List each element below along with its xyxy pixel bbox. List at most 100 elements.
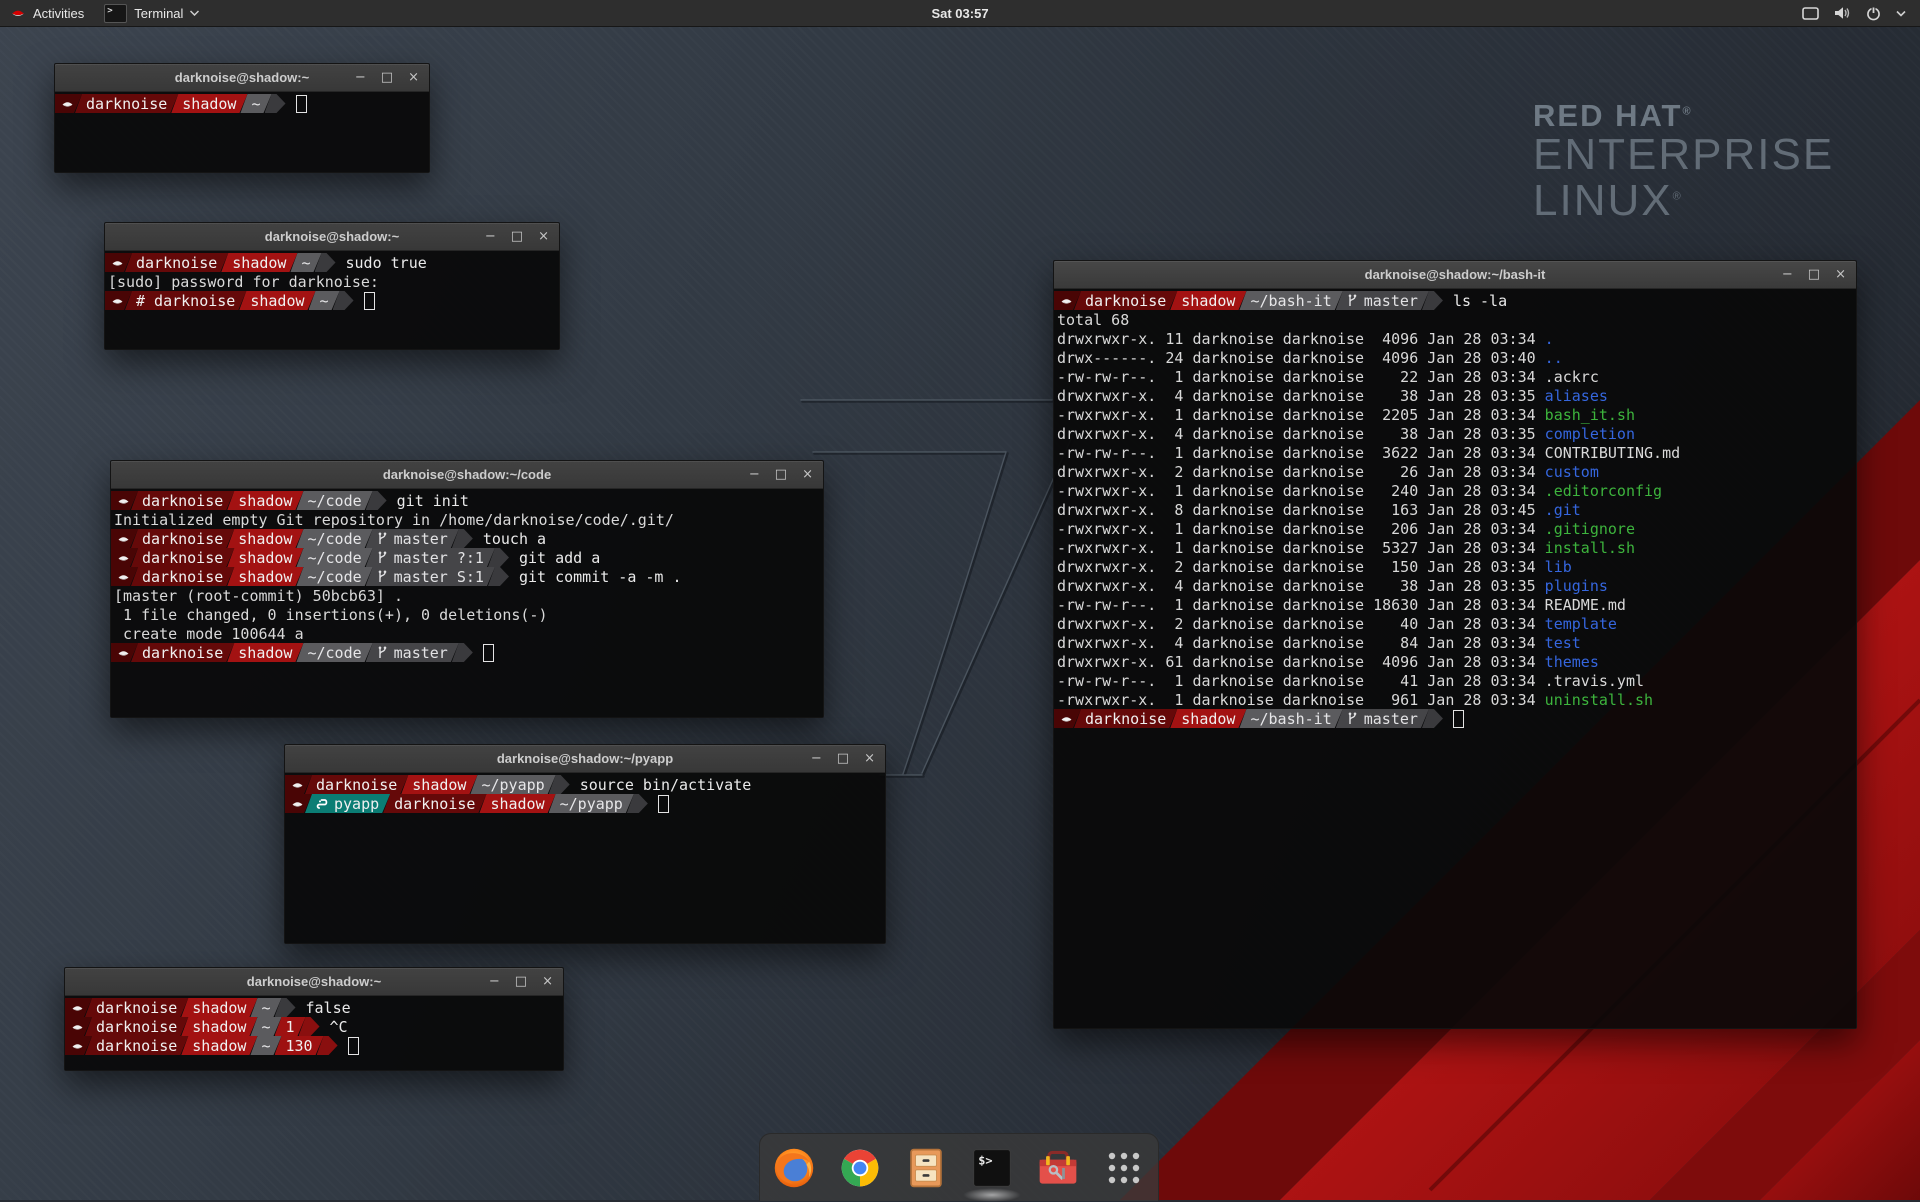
prompt-segment-host: shadow <box>1170 291 1246 310</box>
prompt-segment-git: master <box>366 529 459 548</box>
minimize-button[interactable]: − <box>489 975 500 988</box>
window-titlebar[interactable]: darknoise@shadow:~/code−□× <box>111 461 823 489</box>
toolbox-icon[interactable] <box>1035 1145 1081 1191</box>
terminal-output-line: -rwxrwxr-x. 1 darknoise darknoise 240 Ja… <box>1054 481 1856 500</box>
minimize-button[interactable]: − <box>355 71 366 84</box>
close-button[interactable]: × <box>864 752 875 765</box>
window-titlebar[interactable]: darknoise@shadow:~/bash-it− □ × <box>1054 261 1856 289</box>
minimize-button[interactable]: − <box>485 230 496 243</box>
activities-button[interactable]: Activities <box>0 0 94 26</box>
terminal-prompt-line: darknoiseshadow~1^C <box>65 1017 563 1036</box>
terminal-output-line: -rwxrwxr-x. 1 darknoise darknoise 2205 J… <box>1054 405 1856 424</box>
terminal-prompt-line: darknoiseshadow~130 <box>65 1036 563 1055</box>
terminal-content[interactable]: darknoiseshadow~/codegit initInitialized… <box>111 489 823 717</box>
terminal-output-line: drwxrwxr-x. 2 darknoise darknoise 40 Jan… <box>1054 614 1856 633</box>
prompt-segment-user: darknoise <box>131 548 234 567</box>
window-titlebar[interactable]: darknoise@shadow:~−□× <box>55 64 429 92</box>
app-menu-terminal[interactable]: > Terminal <box>94 0 209 26</box>
terminal-prompt-line: pyappdarknoiseshadow~/pyapp <box>285 794 885 813</box>
terminal-output-line: drwxrwxr-x. 4 darknoise darknoise 38 Jan… <box>1054 424 1856 443</box>
clock[interactable]: Sat 03:57 <box>931 6 988 21</box>
terminal-prompt-line: # darknoiseshadow~ <box>105 291 559 310</box>
prompt-segment-host: shadow <box>227 548 303 567</box>
system-status-area[interactable] <box>1794 0 1914 26</box>
minimize-button[interactable]: − <box>1782 268 1793 281</box>
terminal-content[interactable]: darknoiseshadow~/pyappsource bin/activat… <box>285 773 885 943</box>
maximize-button[interactable]: □ <box>511 230 523 243</box>
window-buttons: − □ × <box>485 223 549 250</box>
maximize-button[interactable]: □ <box>1808 268 1820 281</box>
terminal-output-line: -rwxrwxr-x. 1 darknoise darknoise 5327 J… <box>1054 538 1856 557</box>
window-buttons: − □ × <box>749 461 813 488</box>
terminal-content[interactable]: darknoiseshadow~sudo true[sudo] password… <box>105 251 559 349</box>
prompt-segment-err: 130 <box>275 1036 324 1055</box>
window-titlebar[interactable]: darknoise@shadow:~−□× <box>65 968 563 996</box>
window-titlebar[interactable]: darknoise@shadow:~/pyapp−□× <box>285 745 885 773</box>
prompt-segment-path: ~/bash-it <box>1239 291 1342 310</box>
output-text: template <box>1545 615 1617 633</box>
terminal-output-line: drwxrwxr-x. 4 darknoise darknoise 38 Jan… <box>1054 576 1856 595</box>
app-grid-icon[interactable] <box>1101 1145 1147 1191</box>
output-text: -rwxrwxr-x. 1 darknoise darknoise 206 Ja… <box>1057 520 1545 538</box>
prompt-segment-user: # darknoise <box>125 291 246 310</box>
output-text: .ackrc <box>1545 368 1599 386</box>
terminal-output-line: drwxrwxr-x. 8 darknoise darknoise 163 Ja… <box>1054 500 1856 519</box>
terminal-cursor <box>364 292 375 310</box>
output-text: drwxrwxr-x. 61 darknoise darknoise 4096 … <box>1057 653 1545 671</box>
close-button[interactable]: × <box>408 71 419 84</box>
prompt-segment-user: darknoise <box>131 529 234 548</box>
terminal-prompt-line: darknoiseshadow~ <box>55 94 429 113</box>
prompt-segment-user: darknoise <box>305 775 408 794</box>
chrome-icon[interactable] <box>837 1145 883 1191</box>
output-text: themes <box>1545 653 1599 671</box>
output-text: -rwxrwxr-x. 1 darknoise darknoise 2205 J… <box>1057 406 1545 424</box>
prompt-segment-path: ~/code <box>296 567 372 586</box>
output-text: drwx------. 24 darknoise darknoise 4096 … <box>1057 349 1545 367</box>
command-text: ^C <box>320 1017 348 1036</box>
active-app-glow <box>963 1188 1021 1202</box>
terminal-output-line: -rw-rw-r--. 1 darknoise darknoise 22 Jan… <box>1054 367 1856 386</box>
prompt-segment-user: darknoise <box>125 253 228 272</box>
terminal-prompt-line: darknoiseshadow~/codemaster S:1git commi… <box>111 567 823 586</box>
terminal-icon[interactable]: $> <box>969 1145 1015 1191</box>
terminal-output-line: -rw-rw-r--. 1 darknoise darknoise 3622 J… <box>1054 443 1856 462</box>
command-text: git add a <box>509 548 600 567</box>
command-text: touch a <box>473 529 546 548</box>
maximize-button[interactable]: □ <box>837 752 849 765</box>
terminal-output-line: -rw-rw-r--. 1 darknoise darknoise 18630 … <box>1054 595 1856 614</box>
chevron-down-icon <box>190 10 199 16</box>
terminal-content[interactable]: darknoiseshadow~falsedarknoiseshadow~1^C… <box>65 996 563 1070</box>
close-button[interactable]: × <box>538 230 549 243</box>
display-icon <box>1802 7 1819 20</box>
terminal-content[interactable]: darknoiseshadow~/bash-itmasterls -latota… <box>1054 289 1856 1028</box>
maximize-button[interactable]: □ <box>381 71 393 84</box>
close-button[interactable]: × <box>1835 268 1846 281</box>
files-icon[interactable] <box>903 1145 949 1191</box>
close-button[interactable]: × <box>542 975 553 988</box>
output-text: lib <box>1545 558 1572 576</box>
terminal-content[interactable]: darknoiseshadow~ <box>55 92 429 172</box>
window-title: darknoise@shadow:~/bash-it <box>1054 261 1856 288</box>
minimize-button[interactable]: − <box>811 752 822 765</box>
output-text: . <box>1545 330 1554 348</box>
command-text: source bin/activate <box>570 775 752 794</box>
prompt-segment-path: ~/code <box>296 529 372 548</box>
firefox-icon[interactable] <box>771 1145 817 1191</box>
maximize-button[interactable]: □ <box>515 975 527 988</box>
terminal-cursor <box>658 795 669 813</box>
terminal-window: darknoise@shadow:~/code−□×darknoiseshado… <box>110 460 824 718</box>
window-titlebar[interactable]: darknoise@shadow:~−□× <box>105 223 559 251</box>
prompt-segment-path: ~/code <box>296 491 372 510</box>
output-text: CONTRIBUTING.md <box>1545 444 1680 462</box>
minimize-button[interactable]: − <box>749 468 760 481</box>
chevron-down-icon <box>1896 10 1906 17</box>
output-text: -rw-rw-r--. 1 darknoise darknoise 18630 … <box>1057 596 1545 614</box>
output-text: -rwxrwxr-x. 1 darknoise darknoise 240 Ja… <box>1057 482 1545 500</box>
output-text: .travis.yml <box>1545 672 1644 690</box>
close-button[interactable]: × <box>802 468 813 481</box>
maximize-button[interactable]: □ <box>775 468 787 481</box>
terminal-output-line: 1 file changed, 0 insertions(+), 0 delet… <box>111 605 823 624</box>
svg-text:$>: $> <box>978 1153 992 1167</box>
command-text: false <box>296 998 351 1017</box>
output-text: [sudo] password for darknoise: <box>108 273 379 291</box>
